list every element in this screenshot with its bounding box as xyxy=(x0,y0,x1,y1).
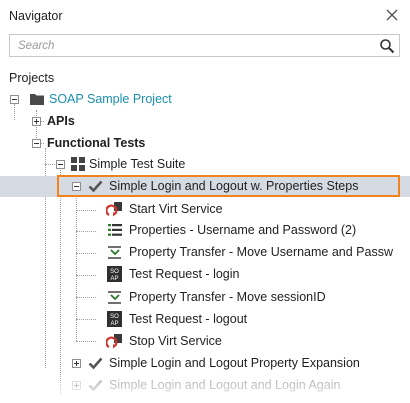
testcase-label: Simple Login and Logout w. Properties St… xyxy=(109,179,359,193)
svg-text:SO: SO xyxy=(110,269,119,275)
svg-text:AP: AP xyxy=(110,276,118,282)
tree-item-step[interactable]: Property Transfer - Move sessionID xyxy=(0,287,410,308)
tree-item-test-suite[interactable]: Simple Test Suite xyxy=(0,154,410,175)
properties-icon xyxy=(108,224,122,239)
property-transfer-icon xyxy=(107,290,122,308)
checkmark-icon xyxy=(88,378,103,395)
close-icon[interactable] xyxy=(383,6,401,24)
collapse-toggle[interactable] xyxy=(32,139,41,148)
step-label: Stop Virt Service xyxy=(129,334,222,348)
tree-item-step[interactable]: Stop Virt Service xyxy=(0,331,410,352)
step-label: Test Request - logout xyxy=(129,312,248,326)
search-icon[interactable] xyxy=(379,38,395,54)
step-label: Property Transfer - Move sessionID xyxy=(129,290,326,304)
soap-request-icon: SO AP xyxy=(107,311,122,330)
expand-toggle[interactable] xyxy=(72,381,81,390)
property-transfer-icon xyxy=(107,245,122,263)
navigator-titlebar: Navigator xyxy=(0,0,410,34)
search-box xyxy=(9,34,400,57)
tree-item-testcase-selected[interactable]: Simple Login and Logout w. Properties St… xyxy=(0,176,410,197)
step-label: Properties - Username and Password (2) xyxy=(129,223,357,237)
checkmark-icon xyxy=(88,179,103,196)
tree-item-step[interactable]: SO AP Test Request - login xyxy=(0,264,410,285)
step-label: Property Transfer - Move Username and Pa… xyxy=(129,245,393,259)
soap-request-icon: SO AP xyxy=(107,266,122,285)
tree-item-apis[interactable]: APIs xyxy=(0,111,410,132)
tree-item-project[interactable]: SOAP Sample Project xyxy=(0,89,410,110)
functional-tests-label: Functional Tests xyxy=(47,136,146,150)
svg-text:AP: AP xyxy=(110,321,118,327)
projects-section-label: Projects xyxy=(9,71,55,85)
navigator-title: Navigator xyxy=(9,9,63,23)
tree-item-functional-tests[interactable]: Functional Tests xyxy=(0,133,410,154)
testcase-label: Simple Login and Logout and Login Again xyxy=(109,378,341,392)
folder-icon xyxy=(29,92,45,109)
step-label: Start Virt Service xyxy=(129,202,223,216)
collapse-toggle[interactable] xyxy=(10,95,19,104)
tree-item-step[interactable]: Properties - Username and Password (2) xyxy=(0,220,410,241)
expand-toggle[interactable] xyxy=(72,359,81,368)
navigator-panel: Navigator Projects SOAP Sample Project A… xyxy=(0,0,410,403)
tree-item-step[interactable]: SO AP Test Request - logout xyxy=(0,309,410,330)
search-input[interactable] xyxy=(10,35,370,56)
project-name: SOAP Sample Project xyxy=(49,92,172,106)
expand-toggle[interactable] xyxy=(32,117,41,126)
tree-item-testcase[interactable]: Simple Login and Logout Property Expansi… xyxy=(0,353,410,374)
test-suite-label: Simple Test Suite xyxy=(89,157,186,171)
testcase-label: Simple Login and Logout Property Expansi… xyxy=(109,356,360,370)
tree-item-testcase[interactable]: Simple Login and Logout and Login Again xyxy=(0,375,410,396)
collapse-toggle[interactable] xyxy=(56,160,65,169)
step-label: Test Request - login xyxy=(129,267,240,281)
checkmark-icon xyxy=(88,356,103,373)
apis-label: APIs xyxy=(47,114,75,128)
test-suite-icon xyxy=(71,157,85,174)
collapse-toggle[interactable] xyxy=(72,182,81,191)
virt-start-icon xyxy=(105,201,124,221)
virt-stop-icon xyxy=(105,333,124,353)
svg-text:SO: SO xyxy=(110,314,119,320)
tree-item-step[interactable]: Start Virt Service xyxy=(0,199,410,220)
tree-item-step[interactable]: Property Transfer - Move Username and Pa… xyxy=(0,242,410,263)
